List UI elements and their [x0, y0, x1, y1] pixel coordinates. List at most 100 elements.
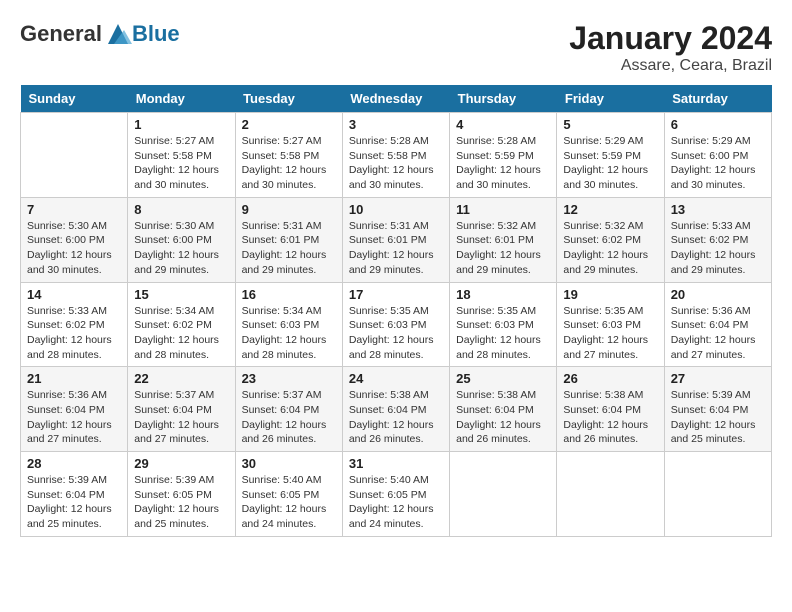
day-number: 16	[242, 287, 336, 302]
day-number: 28	[27, 456, 121, 471]
calendar-cell: 8 Sunrise: 5:30 AMSunset: 6:00 PMDaylight…	[128, 197, 235, 282]
calendar-cell: 3Sunrise: 5:28 AMSunset: 5:58 PMDaylight…	[342, 113, 449, 198]
day-number: 1	[134, 117, 228, 132]
calendar-cell: 30 Sunrise: 5:40 AMSunset: 6:05 PMDayligh…	[235, 452, 342, 537]
day-info: Sunrise: 5:37 AMSunset: 6:04 PMDaylight:…	[134, 388, 228, 447]
calendar-cell: 23 Sunrise: 5:37 AMSunset: 6:04 PMDayligh…	[235, 367, 342, 452]
calendar-cell: 19 Sunrise: 5:35 AMSunset: 6:03 PMDayligh…	[557, 282, 664, 367]
day-number: 14	[27, 287, 121, 302]
logo-general: General	[20, 21, 102, 47]
calendar-cell: 22 Sunrise: 5:37 AMSunset: 6:04 PMDayligh…	[128, 367, 235, 452]
calendar-cell: 13Sunrise: 5:33 AMSunset: 6:02 PMDayligh…	[664, 197, 771, 282]
calendar-cell: 2 Sunrise: 5:27 AMSunset: 5:58 PMDaylight…	[235, 113, 342, 198]
calendar-header-row: SundayMondayTuesdayWednesdayThursdayFrid…	[21, 85, 772, 113]
calendar-header-thursday: Thursday	[450, 85, 557, 113]
day-info: Sunrise: 5:40 AMSunset: 6:05 PMDaylight:…	[349, 473, 443, 532]
calendar-header-tuesday: Tuesday	[235, 85, 342, 113]
calendar-header-friday: Friday	[557, 85, 664, 113]
calendar-cell	[664, 452, 771, 537]
day-number: 24	[349, 371, 443, 386]
calendar-cell: 4 Sunrise: 5:28 AMSunset: 5:59 PMDaylight…	[450, 113, 557, 198]
day-number: 12	[563, 202, 657, 217]
calendar-cell: 16 Sunrise: 5:34 AMSunset: 6:03 PMDayligh…	[235, 282, 342, 367]
day-number: 27	[671, 371, 765, 386]
day-number: 17	[349, 287, 443, 302]
calendar-cell: 18 Sunrise: 5:35 AMSunset: 6:03 PMDayligh…	[450, 282, 557, 367]
calendar-cell: 15 Sunrise: 5:34 AMSunset: 6:02 PMDayligh…	[128, 282, 235, 367]
day-number: 2	[242, 117, 336, 132]
calendar-cell: 17 Sunrise: 5:35 AMSunset: 6:03 PMDayligh…	[342, 282, 449, 367]
calendar-header-saturday: Saturday	[664, 85, 771, 113]
day-info: Sunrise: 5:37 AMSunset: 6:04 PMDaylight:…	[242, 388, 336, 447]
calendar-cell	[450, 452, 557, 537]
calendar-cell: 10Sunrise: 5:31 AMSunset: 6:01 PMDayligh…	[342, 197, 449, 282]
calendar-cell: 21 Sunrise: 5:36 AMSunset: 6:04 PMDayligh…	[21, 367, 128, 452]
calendar-cell	[557, 452, 664, 537]
day-info: Sunrise: 5:39 AMSunset: 6:05 PMDaylight:…	[134, 473, 228, 532]
day-info: Sunrise: 5:32 AMSunset: 6:02 PMDaylight:…	[563, 219, 657, 278]
day-number: 7	[27, 202, 121, 217]
day-number: 19	[563, 287, 657, 302]
calendar-cell: 24 Sunrise: 5:38 AMSunset: 6:04 PMDayligh…	[342, 367, 449, 452]
day-info: Sunrise: 5:29 AMSunset: 6:00 PMDaylight:…	[671, 134, 765, 193]
day-info: Sunrise: 5:40 AMSunset: 6:05 PMDaylight:…	[242, 473, 336, 532]
day-info: Sunrise: 5:36 AMSunset: 6:04 PMDaylight:…	[27, 388, 121, 447]
day-number: 22	[134, 371, 228, 386]
day-number: 5	[563, 117, 657, 132]
calendar-cell: 31 Sunrise: 5:40 AMSunset: 6:05 PMDayligh…	[342, 452, 449, 537]
calendar-cell: 5 Sunrise: 5:29 AMSunset: 5:59 PMDaylight…	[557, 113, 664, 198]
day-info: Sunrise: 5:35 AMSunset: 6:03 PMDaylight:…	[456, 304, 550, 363]
day-number: 20	[671, 287, 765, 302]
day-info: Sunrise: 5:27 AMSunset: 5:58 PMDaylight:…	[242, 134, 336, 193]
calendar-week-row: 21 Sunrise: 5:36 AMSunset: 6:04 PMDayligh…	[21, 367, 772, 452]
day-info: Sunrise: 5:34 AMSunset: 6:03 PMDaylight:…	[242, 304, 336, 363]
day-number: 21	[27, 371, 121, 386]
logo-icon	[104, 20, 132, 48]
calendar-cell: 14 Sunrise: 5:33 AMSunset: 6:02 PMDayligh…	[21, 282, 128, 367]
day-number: 13	[671, 202, 765, 217]
calendar-week-row: 14 Sunrise: 5:33 AMSunset: 6:02 PMDayligh…	[21, 282, 772, 367]
day-info: Sunrise: 5:27 AMSunset: 5:58 PMDaylight:…	[134, 134, 228, 193]
day-info: Sunrise: 5:32 AMSunset: 6:01 PMDaylight:…	[456, 219, 550, 278]
day-number: 15	[134, 287, 228, 302]
calendar-header-monday: Monday	[128, 85, 235, 113]
day-number: 23	[242, 371, 336, 386]
calendar-cell	[21, 113, 128, 198]
location-subtitle: Assare, Ceara, Brazil	[569, 57, 772, 75]
day-info: Sunrise: 5:31 AMSunset: 6:01 PMDaylight:…	[242, 219, 336, 278]
day-number: 6	[671, 117, 765, 132]
calendar-cell: 29Sunrise: 5:39 AMSunset: 6:05 PMDayligh…	[128, 452, 235, 537]
day-number: 8	[134, 202, 228, 217]
day-number: 31	[349, 456, 443, 471]
calendar-week-row: 28 Sunrise: 5:39 AMSunset: 6:04 PMDayligh…	[21, 452, 772, 537]
calendar-cell: 25 Sunrise: 5:38 AMSunset: 6:04 PMDayligh…	[450, 367, 557, 452]
day-info: Sunrise: 5:30 AMSunset: 6:00 PMDaylight:…	[27, 219, 121, 278]
logo: General Blue	[20, 20, 180, 48]
day-number: 30	[242, 456, 336, 471]
day-info: Sunrise: 5:38 AMSunset: 6:04 PMDaylight:…	[456, 388, 550, 447]
logo-blue: Blue	[132, 21, 180, 47]
day-info: Sunrise: 5:39 AMSunset: 6:04 PMDaylight:…	[27, 473, 121, 532]
day-number: 25	[456, 371, 550, 386]
day-number: 4	[456, 117, 550, 132]
day-info: Sunrise: 5:34 AMSunset: 6:02 PMDaylight:…	[134, 304, 228, 363]
calendar-cell: 28 Sunrise: 5:39 AMSunset: 6:04 PMDayligh…	[21, 452, 128, 537]
day-info: Sunrise: 5:29 AMSunset: 5:59 PMDaylight:…	[563, 134, 657, 193]
calendar-cell: 11Sunrise: 5:32 AMSunset: 6:01 PMDayligh…	[450, 197, 557, 282]
day-info: Sunrise: 5:36 AMSunset: 6:04 PMDaylight:…	[671, 304, 765, 363]
day-number: 10	[349, 202, 443, 217]
calendar-header-sunday: Sunday	[21, 85, 128, 113]
day-number: 18	[456, 287, 550, 302]
calendar-cell: 1 Sunrise: 5:27 AMSunset: 5:58 PMDaylight…	[128, 113, 235, 198]
day-info: Sunrise: 5:39 AMSunset: 6:04 PMDaylight:…	[671, 388, 765, 447]
day-info: Sunrise: 5:35 AMSunset: 6:03 PMDaylight:…	[349, 304, 443, 363]
calendar-cell: 9Sunrise: 5:31 AMSunset: 6:01 PMDaylight…	[235, 197, 342, 282]
page-header: General Blue January 2024 Assare, Ceara,…	[20, 20, 772, 75]
day-info: Sunrise: 5:28 AMSunset: 5:58 PMDaylight:…	[349, 134, 443, 193]
calendar-cell: 12 Sunrise: 5:32 AMSunset: 6:02 PMDayligh…	[557, 197, 664, 282]
day-info: Sunrise: 5:35 AMSunset: 6:03 PMDaylight:…	[563, 304, 657, 363]
day-info: Sunrise: 5:30 AMSunset: 6:00 PMDaylight:…	[134, 219, 228, 278]
day-info: Sunrise: 5:28 AMSunset: 5:59 PMDaylight:…	[456, 134, 550, 193]
day-info: Sunrise: 5:33 AMSunset: 6:02 PMDaylight:…	[27, 304, 121, 363]
day-info: Sunrise: 5:38 AMSunset: 6:04 PMDaylight:…	[349, 388, 443, 447]
